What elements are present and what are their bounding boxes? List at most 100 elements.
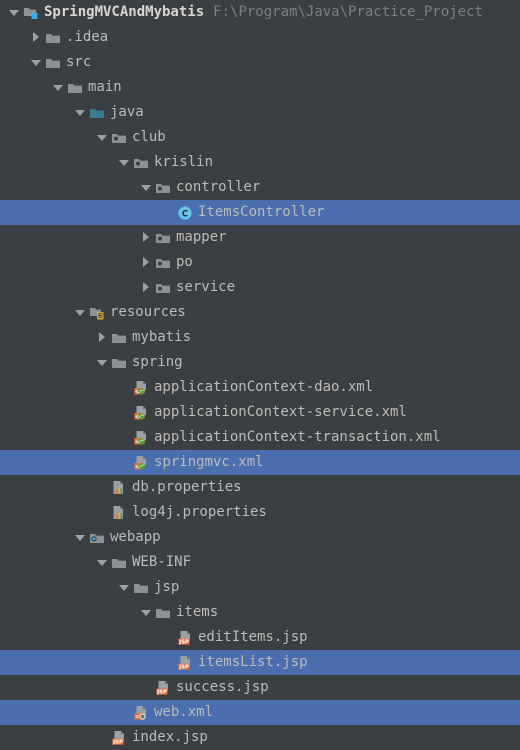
package-folder-icon xyxy=(154,175,172,200)
jsp-file-icon: JSP xyxy=(110,725,128,750)
chevron-down-icon[interactable] xyxy=(94,350,110,375)
chevron-down-icon[interactable] xyxy=(50,75,66,100)
svg-text:<: < xyxy=(135,713,139,720)
tree-row[interactable]: < springmvc.xml xyxy=(0,450,520,475)
chevron-down-icon[interactable] xyxy=(116,150,132,175)
tree-row[interactable]: controller xyxy=(0,175,520,200)
chevron-down-icon[interactable] xyxy=(6,0,22,25)
tree-arrow-placeholder xyxy=(116,400,132,425)
chevron-down-icon[interactable] xyxy=(94,550,110,575)
chevron-down-icon[interactable] xyxy=(72,100,88,125)
tree-row[interactable]: JSP itemsList.jsp xyxy=(0,650,520,675)
java-class-icon: C xyxy=(176,200,194,225)
tree-row[interactable]: < web.xml xyxy=(0,700,520,725)
tree-row-label: java xyxy=(110,104,144,120)
folder-icon xyxy=(44,50,62,75)
tree-row[interactable]: < applicationContext-transaction.xml xyxy=(0,425,520,450)
tree-row[interactable]: main xyxy=(0,75,520,100)
tree-row[interactable]: SpringMVCAndMybatis F:\Program\Java\Pract… xyxy=(0,0,520,25)
tree-row[interactable]: JSP success.jsp xyxy=(0,675,520,700)
tree-row-label: resources xyxy=(110,304,186,320)
tree-row[interactable]: < applicationContext-dao.xml xyxy=(0,375,520,400)
tree-row[interactable]: jsp xyxy=(0,575,520,600)
spring-xml-icon: < xyxy=(132,425,150,450)
chevron-down-icon[interactable] xyxy=(28,50,44,75)
chevron-down-icon[interactable] xyxy=(94,125,110,150)
project-tree[interactable]: SpringMVCAndMybatis F:\Program\Java\Pract… xyxy=(0,0,520,746)
tree-row[interactable]: < applicationContext-service.xml xyxy=(0,400,520,425)
tree-row[interactable]: items xyxy=(0,600,520,625)
tree-row[interactable]: club xyxy=(0,125,520,150)
tree-row-label: itemsList.jsp xyxy=(198,654,308,670)
chevron-right-icon[interactable] xyxy=(94,325,110,350)
folder-icon xyxy=(66,75,84,100)
tree-row[interactable]: po xyxy=(0,250,520,275)
tree-arrow-placeholder xyxy=(138,675,154,700)
tree-row[interactable]: WEB-INF xyxy=(0,550,520,575)
spring-xml-icon: < xyxy=(132,400,150,425)
chevron-down-icon[interactable] xyxy=(72,525,88,550)
chevron-right-icon[interactable] xyxy=(138,275,154,300)
tree-row[interactable]: C ItemsController xyxy=(0,200,520,225)
tree-row-label: index.jsp xyxy=(132,729,208,745)
tree-row[interactable]: src xyxy=(0,50,520,75)
tree-arrow-placeholder xyxy=(160,650,176,675)
chevron-right-icon[interactable] xyxy=(138,250,154,275)
tree-row[interactable]: mapper xyxy=(0,225,520,250)
tree-row[interactable]: JSP editItems.jsp xyxy=(0,625,520,650)
tree-row-label: springmvc.xml xyxy=(154,454,264,470)
tree-row[interactable]: resources xyxy=(0,300,520,325)
chevron-right-icon[interactable] xyxy=(28,25,44,50)
tree-row-label: jsp xyxy=(154,579,180,595)
properties-file-icon xyxy=(110,475,128,500)
tree-row[interactable]: krislin xyxy=(0,150,520,175)
tree-row[interactable]: .idea xyxy=(0,25,520,50)
tree-row[interactable]: java xyxy=(0,100,520,125)
chevron-down-icon[interactable] xyxy=(138,175,154,200)
module-folder-icon xyxy=(22,0,40,25)
tree-row-label: WEB-INF xyxy=(132,554,192,570)
tree-arrow-placeholder xyxy=(116,450,132,475)
tree-row[interactable]: log4j.properties xyxy=(0,500,520,525)
tree-row[interactable]: spring xyxy=(0,350,520,375)
svg-text:JSP: JSP xyxy=(178,664,189,670)
svg-text:JSP: JSP xyxy=(178,639,189,645)
tree-row-label: log4j.properties xyxy=(132,504,267,520)
chevron-down-icon[interactable] xyxy=(72,300,88,325)
chevron-right-icon[interactable] xyxy=(138,225,154,250)
tree-row[interactable]: webapp xyxy=(0,525,520,550)
tree-row[interactable]: mybatis xyxy=(0,325,520,350)
tree-row-label: items xyxy=(176,604,219,620)
chevron-down-icon[interactable] xyxy=(116,575,132,600)
spring-xml-icon: < xyxy=(132,450,150,475)
tree-row[interactable]: service xyxy=(0,275,520,300)
web-root-folder-icon xyxy=(88,525,106,550)
chevron-down-icon[interactable] xyxy=(138,600,154,625)
package-folder-icon xyxy=(110,125,128,150)
package-folder-icon xyxy=(154,225,172,250)
tree-arrow-placeholder xyxy=(116,375,132,400)
package-folder-icon xyxy=(154,250,172,275)
jsp-file-icon: JSP xyxy=(176,650,194,675)
tree-row-label: applicationContext-dao.xml xyxy=(154,379,374,395)
tree-row[interactable]: JSP index.jsp xyxy=(0,725,520,750)
tree-row[interactable]: db.properties xyxy=(0,475,520,500)
